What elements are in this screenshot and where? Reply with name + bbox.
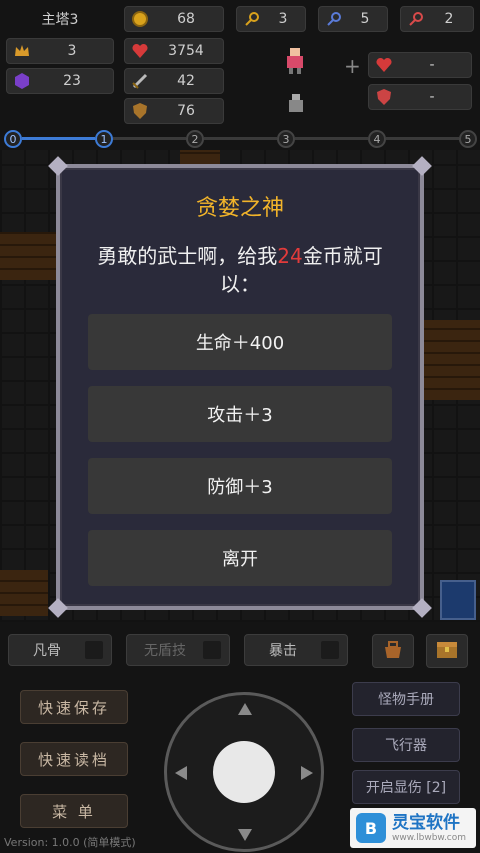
progress-node: 2 (186, 130, 204, 148)
purple-gem-icon (13, 72, 31, 90)
flying-device-button[interactable]: 飞行器 (352, 728, 460, 762)
option-attack-button[interactable]: 攻击＋3 (88, 386, 392, 442)
progress-connector (113, 137, 186, 140)
arrow-left-icon[interactable] (175, 766, 187, 780)
joystick-knob[interactable] (213, 741, 275, 803)
attack-value: 42 (177, 73, 195, 89)
red-key-stat: 2 (400, 6, 474, 32)
watermark-logo: B 灵宝软件 www.lbwbw.com (350, 808, 476, 848)
gold-value: 68 (177, 11, 195, 27)
heart-icon (375, 56, 393, 74)
progress-node: 3 (277, 130, 295, 148)
treasure-chest-icon (435, 639, 459, 663)
hero-sprite (284, 46, 306, 74)
skill-1-switch[interactable] (85, 641, 103, 659)
defense-stat: 76 (124, 98, 224, 124)
option-defense-button[interactable]: 防御＋3 (88, 458, 392, 514)
quick-save-button[interactable]: 快速保存 (20, 690, 128, 724)
shield-icon (375, 88, 393, 106)
progress-connector (22, 137, 95, 140)
plus-sign: + (344, 54, 361, 78)
arrow-up-icon[interactable] (238, 703, 252, 715)
skill-toggle-3[interactable]: 暴击 (244, 634, 348, 666)
skill-2-label: 无盾技 (144, 643, 186, 659)
gold-coin-icon (131, 10, 149, 28)
watermark-mark-icon: B (356, 813, 386, 843)
bag-icon (382, 639, 404, 663)
floor-label: 主塔3 (41, 12, 79, 28)
progress-node: 1 (95, 130, 113, 148)
blue-key-value: 5 (360, 11, 370, 27)
progress-node: 4 (368, 130, 386, 148)
progress-connector (386, 137, 459, 140)
heart-icon (131, 42, 149, 60)
red-key-icon (407, 10, 425, 28)
chest-button[interactable] (426, 634, 468, 668)
yellow-key-icon (243, 10, 261, 28)
bag-button[interactable] (372, 634, 414, 668)
hp-value: 3754 (168, 43, 204, 59)
blue-key-stat: 5 (318, 6, 388, 32)
red-key-value: 2 (444, 11, 454, 27)
equip-slot-2-value: - (429, 89, 435, 105)
progress-node: 0 (4, 130, 22, 148)
yellow-key-value: 3 (278, 11, 288, 27)
option-leave-button[interactable]: 离开 (88, 530, 392, 586)
crown-stat: 3 (6, 38, 114, 64)
arrow-down-icon[interactable] (238, 829, 252, 841)
crown-icon (13, 42, 31, 60)
damage-display-button[interactable]: 开启显伤 [2] (352, 770, 460, 804)
skill-2-switch[interactable] (203, 641, 221, 659)
equip-slot-1-value: - (429, 57, 435, 73)
arrow-right-icon[interactable] (301, 766, 313, 780)
option-hp-button[interactable]: 生命＋400 (88, 314, 392, 370)
yellow-key-stat: 3 (236, 6, 306, 32)
equip-slot-2[interactable]: - (368, 84, 472, 110)
monster-manual-button[interactable]: 怪物手册 (352, 682, 460, 716)
menu-button[interactable]: 菜 单 (20, 794, 128, 828)
skill-toggle-2[interactable]: 无盾技 (126, 634, 230, 666)
greed-god-dialog: 贪婪之神 勇敢的武士啊，给我24金币就可以： 生命＋400 攻击＋3 防御＋3 … (48, 156, 432, 618)
watermark-url: www.lbwbw.com (392, 833, 467, 843)
skill-3-switch[interactable] (321, 641, 339, 659)
progress-connector (295, 137, 368, 140)
version-label: Version: 1.0.0 (简单模式) (4, 836, 136, 849)
skill-3-label: 暴击 (269, 643, 297, 659)
armor-sprite (286, 92, 306, 116)
gold-cost: 24 (277, 244, 303, 268)
dialog-title: 贪婪之神 (195, 196, 284, 221)
dpad-joystick[interactable] (164, 692, 324, 852)
dialog-message: 勇敢的武士啊，给我24金币就可以： (90, 242, 390, 298)
equip-slot-1[interactable]: - (368, 52, 472, 78)
hp-stat: 3754 (124, 38, 224, 64)
blue-key-icon (325, 10, 343, 28)
floor-progress: 0 1 2 3 4 5 (0, 130, 480, 148)
skill-toggle-1[interactable]: 凡骨 (8, 634, 112, 666)
gem-value: 23 (63, 73, 81, 89)
gem-stat: 23 (6, 68, 114, 94)
defense-value: 76 (177, 103, 195, 119)
gold-stat: 68 (124, 6, 224, 32)
message-pre: 勇敢的武士啊，给我 (97, 244, 278, 268)
progress-connector (204, 137, 277, 140)
sword-icon (131, 72, 149, 90)
quick-load-button[interactable]: 快速读档 (20, 742, 128, 776)
shield-icon (131, 102, 149, 120)
watermark-name: 灵宝软件 (392, 813, 460, 833)
progress-node: 5 (459, 130, 477, 148)
attack-stat: 42 (124, 68, 224, 94)
skill-1-label: 凡骨 (33, 643, 61, 659)
crown-value: 3 (67, 43, 77, 59)
